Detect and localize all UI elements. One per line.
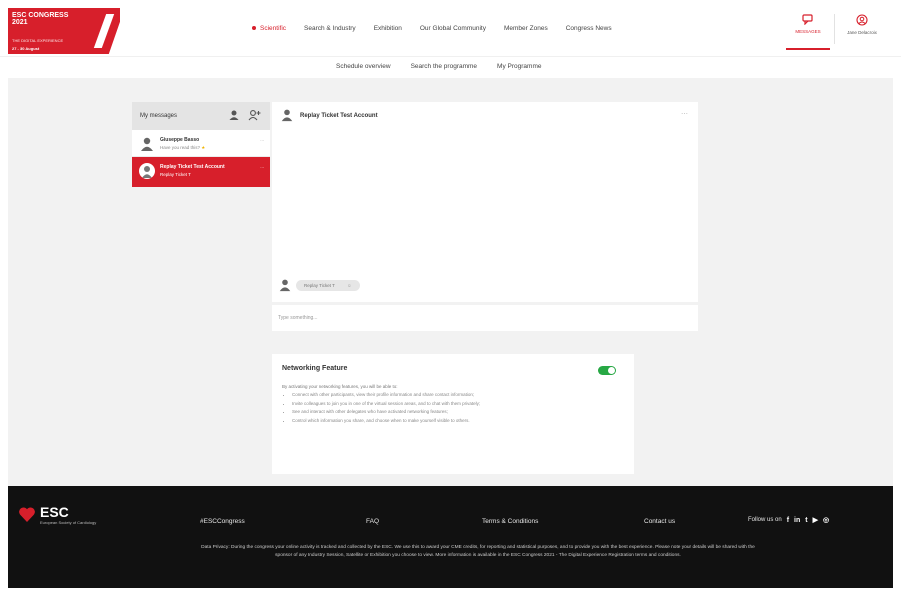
chat-message-text: Replay Ticket T	[304, 282, 335, 288]
conversation-list-title: My messages	[140, 113, 178, 119]
logo-slash-mark	[93, 14, 115, 48]
conversation-item[interactable]: Giuseppe Basso Have you read this? ★ ...	[132, 130, 270, 157]
follow-label: Follow us on	[748, 517, 782, 523]
instagram-icon[interactable]: ◎	[823, 516, 829, 524]
youtube-icon[interactable]: ▶	[813, 516, 818, 524]
conversation-item-selected[interactable]: Replay Ticket Test Account Replay Ticket…	[132, 157, 270, 187]
conversation-time: ...	[260, 137, 264, 142]
user-name-label: Jane Delacroix	[847, 30, 877, 35]
privacy-notice: Data Privacy: During the congress your o…	[201, 545, 755, 558]
subnav-search-programme[interactable]: Search the programme	[411, 63, 477, 70]
footer-logo-name: ESC	[40, 504, 69, 520]
chat-message-bubble: Replay Ticket T ☺	[296, 279, 360, 291]
list-item: Connect with other participants, view th…	[292, 392, 622, 399]
contact-avatar-icon	[281, 109, 293, 122]
conversation-name: Replay Ticket Test Account	[160, 164, 225, 170]
footer-link-contact[interactable]: Contact us	[644, 518, 675, 525]
networking-toggle[interactable]	[598, 366, 616, 375]
sender-avatar-icon	[279, 279, 291, 292]
list-item: See and interact with other delegates wh…	[292, 409, 622, 416]
logo-subtitle: THE DIGITAL EXPERIENCE	[12, 38, 64, 43]
conversation-preview: Replay Ticket T	[160, 172, 191, 177]
footer-logo-subtitle: European Society of Cardiology	[40, 520, 97, 525]
chat-panel: Replay Ticket Test Account ⋯ Replay Tick…	[272, 102, 698, 302]
footer-link-terms[interactable]: Terms & Conditions	[482, 518, 538, 525]
social-follow: Follow us on f in t ▶ ◎	[748, 516, 829, 525]
footer-link-faq[interactable]: FAQ	[366, 518, 379, 525]
list-item: Control which information you share, and…	[292, 418, 622, 425]
logo-title: ESC CONGRESS 2021	[12, 12, 69, 26]
header-divider	[834, 14, 835, 44]
conversation-time: ...	[260, 164, 264, 169]
user-circle-icon	[856, 14, 868, 26]
chat-contact-name: Replay Ticket Test Account	[300, 113, 378, 119]
footer-link-hashtag[interactable]: #ESCCongress	[200, 518, 245, 525]
messages-button[interactable]: MESSAGES	[786, 14, 830, 50]
conversation-preview: Have you read this? ★	[160, 145, 206, 150]
conversation-list-header: My messages	[132, 102, 270, 130]
avatar-placeholder-icon	[141, 137, 153, 151]
networking-title: Networking Feature	[282, 365, 348, 372]
linkedin-icon[interactable]: in	[794, 517, 800, 524]
networking-benefits-list: Connect with other participants, view th…	[292, 392, 622, 426]
subnav-schedule-overview[interactable]: Schedule overview	[336, 63, 391, 70]
nav-item-search-industry[interactable]: Search & Industry	[304, 25, 356, 32]
more-options-icon[interactable]: ⋯	[681, 110, 688, 118]
nav-item-scientific[interactable]: Scientific	[252, 25, 286, 32]
main-content: My messages Giuseppe Basso Have you read…	[8, 78, 893, 486]
heart-logo-icon	[19, 507, 35, 522]
avatar-placeholder-icon	[139, 163, 155, 179]
contacts-icon[interactable]	[228, 109, 240, 121]
twitter-icon[interactable]: t	[805, 517, 807, 524]
chat-message-row: Replay Ticket T ☺	[278, 278, 360, 292]
user-profile-button[interactable]: Jane Delacroix	[840, 14, 884, 50]
star-emoji-icon: ★	[201, 145, 206, 150]
chat-message-input[interactable]	[278, 312, 678, 324]
conversation-list: My messages Giuseppe Basso Have you read…	[132, 102, 270, 210]
messages-label: MESSAGES	[795, 29, 821, 34]
conversation-name: Giuseppe Basso	[160, 137, 200, 143]
sub-navigation: Schedule overview Search the programme M…	[0, 56, 901, 78]
nav-item-global-community[interactable]: Our Global Community	[420, 25, 486, 32]
networking-feature-card: Networking Feature By activating your ne…	[272, 354, 634, 474]
nav-item-member-zones[interactable]: Member Zones	[504, 25, 548, 32]
nav-item-congress-news[interactable]: Congress News	[566, 25, 612, 32]
esc-congress-logo[interactable]: ESC CONGRESS 2021 THE DIGITAL EXPERIENCE…	[8, 8, 120, 54]
networking-intro: By activating your networking features, …	[282, 384, 398, 389]
facebook-icon[interactable]: f	[787, 517, 789, 524]
nav-item-exhibition[interactable]: Exhibition	[374, 25, 402, 32]
chat-bubble-icon	[802, 14, 813, 25]
list-item: Invite colleagues to join you in one of …	[292, 401, 622, 408]
subnav-my-programme[interactable]: My Programme	[497, 63, 541, 70]
add-contact-icon[interactable]	[248, 109, 261, 121]
toggle-knob	[608, 367, 615, 374]
reaction-icon[interactable]: ☺	[347, 283, 352, 288]
chat-input-bar	[272, 305, 698, 331]
logo-dates: 27 - 30 August	[12, 46, 40, 51]
main-navigation: Scientific Search & Industry Exhibition …	[252, 25, 612, 32]
top-header: ESC CONGRESS 2021 THE DIGITAL EXPERIENCE…	[0, 0, 901, 56]
page-footer: ESC European Society of Cardiology #ESCC…	[8, 486, 893, 588]
